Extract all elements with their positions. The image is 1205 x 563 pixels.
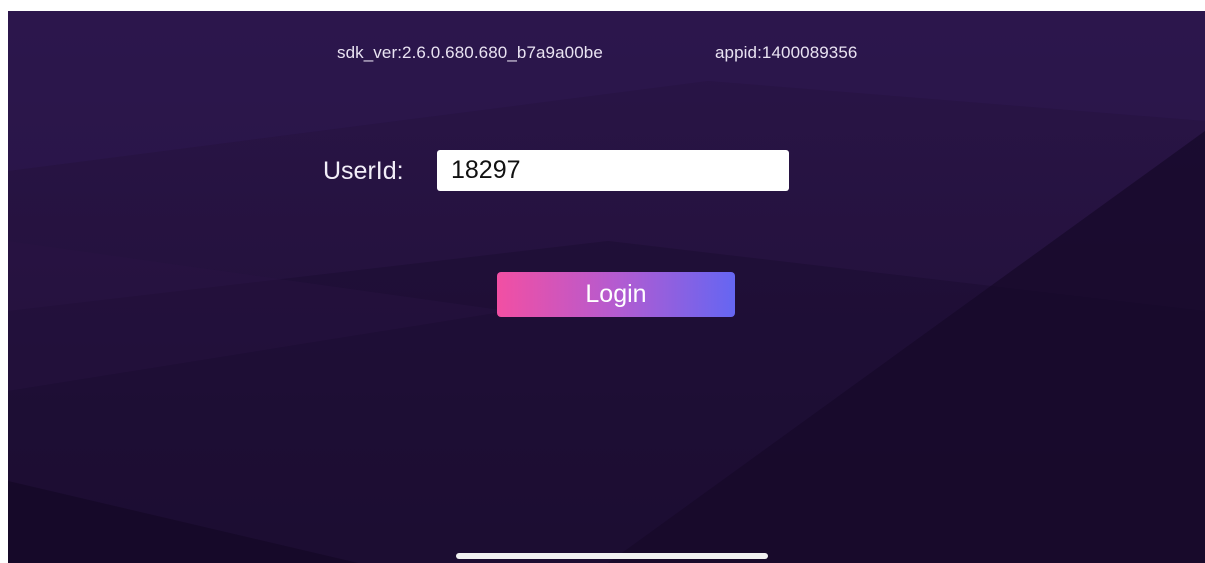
home-indicator: [456, 553, 768, 559]
sdk-version-text: sdk_ver:2.6.0.680.680_b7a9a00be: [337, 43, 603, 62]
login-button[interactable]: Login: [497, 272, 735, 317]
user-id-label: UserId:: [323, 157, 404, 185]
login-screen: sdk_ver:2.6.0.680.680_b7a9a00be appid:14…: [8, 11, 1205, 563]
user-id-input[interactable]: [437, 150, 789, 191]
appid-text: appid:1400089356: [715, 43, 858, 62]
